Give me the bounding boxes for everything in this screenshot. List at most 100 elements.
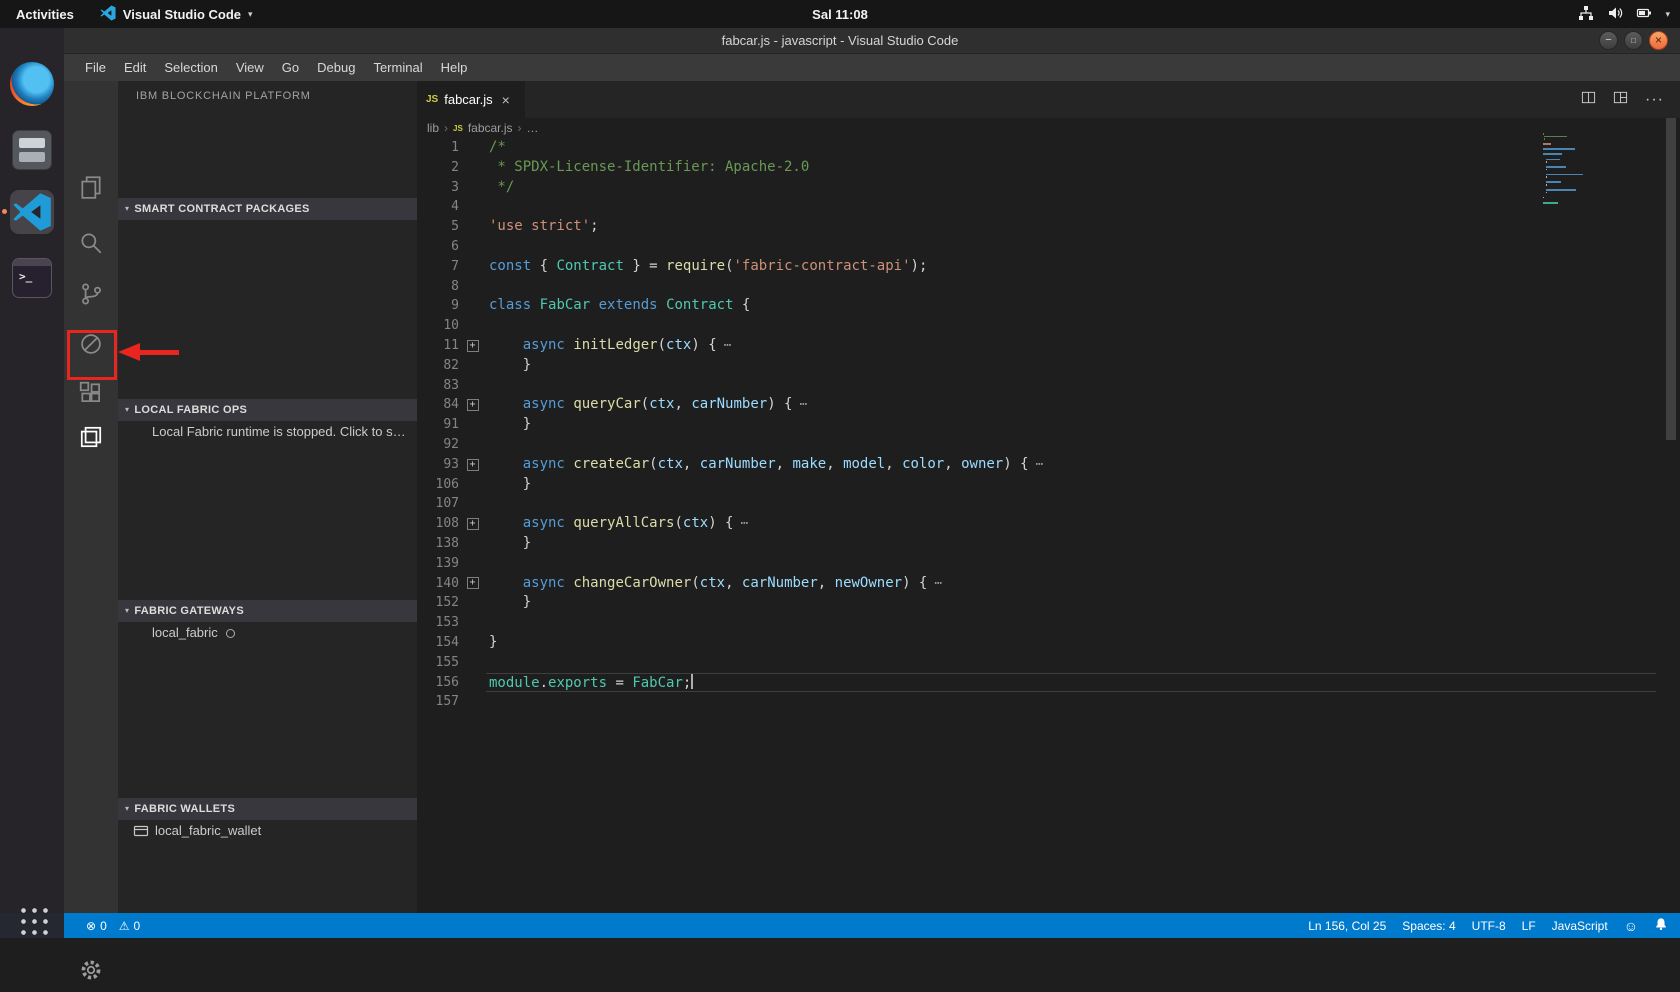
menu-file[interactable]: File	[76, 54, 115, 81]
code-text[interactable]	[486, 435, 1656, 455]
code-line-10[interactable]: 10	[417, 316, 1656, 336]
breadcrumb-file[interactable]: fabcar.js	[468, 121, 513, 135]
code-line-154[interactable]: 154}	[417, 633, 1656, 653]
code-text[interactable]: }	[486, 475, 1656, 495]
code-line-7[interactable]: 7 const { Contract } = require('fabric-co…	[417, 257, 1656, 277]
fold-toggle-icon[interactable]: +	[466, 577, 479, 590]
folded-region-badge[interactable]: ⋯	[800, 397, 808, 412]
code-line-138[interactable]: 138 }	[417, 534, 1656, 554]
tab-fabcar-js[interactable]: JS fabcar.js ×	[417, 81, 525, 118]
code-text[interactable]	[486, 376, 1656, 396]
menu-help[interactable]: Help	[432, 54, 477, 81]
code-line-2[interactable]: 2 * SPDX-License-Identifier: Apache-2.0	[417, 158, 1656, 178]
code-line-152[interactable]: 152 }	[417, 593, 1656, 613]
code-text[interactable]: async queryAllCars(ctx) {⋯	[486, 514, 1656, 534]
search-icon[interactable]	[69, 221, 113, 265]
code-text[interactable]	[486, 197, 1656, 217]
code-text[interactable]	[486, 494, 1656, 514]
code-line-106[interactable]: 106 }	[417, 475, 1656, 495]
fold-toggle-icon[interactable]: +	[466, 458, 479, 471]
code-line-107[interactable]: 107	[417, 494, 1656, 514]
explorer-icon[interactable]	[69, 165, 113, 209]
folded-region-badge[interactable]: ⋯	[741, 516, 749, 531]
section-smart-contract-packages[interactable]: ▾ SMART CONTRACT PACKAGES	[118, 198, 417, 220]
minimap[interactable]	[1543, 133, 1615, 209]
breadcrumb-folder[interactable]: lib	[427, 121, 439, 135]
menu-debug[interactable]: Debug	[308, 54, 364, 81]
local-fabric-runtime-item[interactable]: Local Fabric runtime is stopped. Click t…	[152, 421, 406, 443]
code-text[interactable]	[486, 653, 1656, 673]
code-text[interactable]: async initLedger(ctx) {⋯	[486, 336, 1656, 356]
code-line-1[interactable]: 1 /*	[417, 138, 1656, 158]
problems-warnings[interactable]: ⚠ 0	[119, 919, 140, 933]
menu-go[interactable]: Go	[273, 54, 308, 81]
menu-terminal[interactable]: Terminal	[364, 54, 431, 81]
minimize-button[interactable]: −	[1599, 31, 1618, 50]
cursor-position[interactable]: Ln 156, Col 25	[1308, 919, 1386, 933]
indentation-setting[interactable]: Spaces: 4	[1402, 919, 1455, 933]
code-text[interactable]	[486, 237, 1656, 257]
code-line-91[interactable]: 91 }	[417, 415, 1656, 435]
code-line-93[interactable]: 93 + async createCar(ctx, carNumber, make…	[417, 455, 1656, 475]
code-area[interactable]: 1/* 2 * SPDX-License-Identifier: Apache-2…	[417, 138, 1656, 913]
window-titlebar[interactable]: fabcar.js - javascript - Visual Studio C…	[0, 28, 1680, 54]
show-applications-icon[interactable]	[17, 904, 48, 935]
menu-selection[interactable]: Selection	[155, 54, 226, 81]
code-text[interactable]: }	[486, 415, 1656, 435]
code-line-6[interactable]: 6	[417, 237, 1656, 257]
close-button[interactable]: ×	[1649, 31, 1668, 50]
code-text[interactable]	[486, 692, 1656, 712]
code-line-82[interactable]: 82 }	[417, 356, 1656, 376]
source-control-icon[interactable]	[69, 272, 113, 316]
breadcrumb-symbol[interactable]: …	[527, 121, 539, 135]
files-icon[interactable]	[10, 128, 54, 172]
settings-gear-icon[interactable]	[69, 948, 113, 992]
eol-setting[interactable]: LF	[1522, 919, 1536, 933]
code-text[interactable]: */	[486, 178, 1656, 198]
code-text[interactable]: }	[486, 633, 1656, 653]
bell-icon[interactable]	[1654, 917, 1668, 934]
breadcrumb[interactable]: lib › JS fabcar.js › …	[417, 118, 1680, 138]
code-line-11[interactable]: 11 + async initLedger(ctx) {⋯	[417, 336, 1656, 356]
code-line-9[interactable]: 9 class FabCar extends Contract {	[417, 296, 1656, 316]
code-text[interactable]: }	[486, 356, 1656, 376]
code-text[interactable]: }	[486, 593, 1656, 613]
ibm-blockchain-platform-icon[interactable]	[69, 415, 113, 459]
code-text[interactable]: * SPDX-License-Identifier: Apache-2.0	[486, 158, 1656, 178]
gateway-local-fabric-item[interactable]: local_fabric	[152, 622, 235, 644]
fold-toggle-icon[interactable]: +	[466, 399, 479, 412]
code-text[interactable]: async createCar(ctx, carNumber, make, mo…	[486, 455, 1656, 475]
code-line-156[interactable]: 156 module.exports = FabCar;	[417, 672, 1656, 693]
editor-scrollbar[interactable]	[1666, 118, 1676, 440]
fold-toggle-icon[interactable]: +	[466, 339, 479, 352]
section-local-fabric-ops[interactable]: ▾ LOCAL FABRIC OPS	[118, 399, 417, 421]
folded-region-badge[interactable]: ⋯	[1036, 457, 1044, 472]
code-text[interactable]: class FabCar extends Contract {	[486, 296, 1656, 316]
section-fabric-wallets[interactable]: ▾ FABRIC WALLETS	[118, 798, 417, 820]
menu-edit[interactable]: Edit	[115, 54, 155, 81]
code-line-3[interactable]: 3 */	[417, 178, 1656, 198]
encoding-setting[interactable]: UTF-8	[1472, 919, 1506, 933]
code-text[interactable]: const { Contract } = require('fabric-con…	[486, 257, 1656, 277]
code-text[interactable]: module.exports = FabCar;	[486, 672, 1656, 693]
code-text[interactable]	[486, 613, 1656, 633]
tab-close-icon[interactable]: ×	[502, 92, 510, 108]
menu-view[interactable]: View	[227, 54, 273, 81]
code-line-157[interactable]: 157	[417, 692, 1656, 712]
code-text[interactable]: /*	[486, 138, 1656, 158]
code-line-8[interactable]: 8	[417, 277, 1656, 297]
code-line-139[interactable]: 139	[417, 554, 1656, 574]
vscode-icon[interactable]	[2, 190, 54, 234]
code-text[interactable]: }	[486, 534, 1656, 554]
section-fabric-gateways[interactable]: ▾ FABRIC GATEWAYS	[118, 600, 417, 622]
split-editor-icon[interactable]	[1581, 90, 1596, 110]
editor-layout-icon[interactable]	[1613, 90, 1628, 110]
code-line-92[interactable]: 92	[417, 435, 1656, 455]
code-text[interactable]	[486, 277, 1656, 297]
terminal-icon[interactable]	[10, 256, 54, 300]
maximize-button[interactable]: □	[1624, 31, 1643, 50]
problems-errors[interactable]: ⊗ 0	[86, 919, 107, 933]
code-line-84[interactable]: 84 + async queryCar(ctx, carNumber) {⋯	[417, 395, 1656, 415]
code-text[interactable]	[486, 554, 1656, 574]
system-tray[interactable]: ▾	[1578, 0, 1670, 28]
